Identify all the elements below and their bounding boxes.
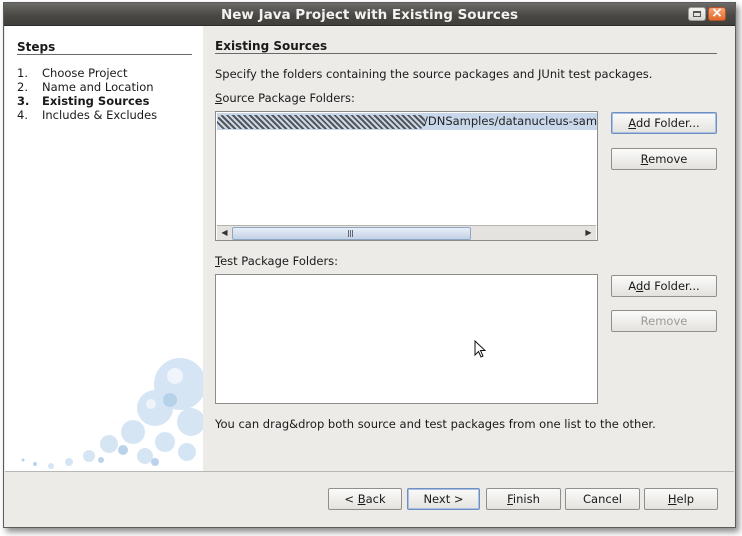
test-folders-label: Test Package Folders: [215,254,338,268]
step-number: 4. [17,108,28,122]
maximize-icon[interactable] [688,7,706,21]
label-text: ource Package Folders: [222,91,355,105]
grip-icon [348,230,354,237]
remove-source-folder-button[interactable]: Remove [611,148,717,170]
decorative-bubbles-image [21,358,203,469]
step-existing-sources: 3. Existing Sources [17,94,149,108]
step-number: 3. [17,94,30,108]
scroll-left-icon[interactable]: ◀ [218,226,231,240]
steps-title: Steps [17,40,56,54]
step-choose-project: 1. Choose Project [17,66,127,80]
finish-button[interactable]: Finish [486,488,561,510]
horizontal-scrollbar[interactable]: ◀ ▶ [217,225,596,240]
step-label: Choose Project [42,66,128,80]
source-folder-path: /DNSamples/datanucleus-samp [424,114,597,128]
add-test-folder-button[interactable]: Add Folder... [611,275,717,297]
step-label: Includes & Excludes [42,108,158,122]
drag-drop-hint: You can drag&drop both source and test p… [215,417,656,431]
section-description: Specify the folders containing the sourc… [215,67,653,81]
cancel-button[interactable]: Cancel [565,488,640,510]
list-item[interactable]: /DNSamples/datanucleus-samp [217,113,597,130]
title-bar[interactable]: New Java Project with Existing Sources [4,3,735,26]
step-label: Existing Sources [42,94,150,108]
window-title: New Java Project with Existing Sources [220,7,519,23]
scrollbar-thumb[interactable] [232,227,471,240]
add-source-folder-button[interactable]: Add Folder... [611,112,717,134]
section-title: Existing Sources [215,39,328,53]
steps-panel: Steps 1. Choose Project 2. Name and Locati… [5,26,203,472]
step-includes-excludes: 4. Includes & Excludes [17,108,157,122]
steps-divider [17,54,192,55]
test-folders-list[interactable] [215,274,598,404]
source-folders-label: Source Package Folders: [215,91,355,105]
step-label: Name and Location [42,80,154,94]
label-text: est Package Folders: [220,254,339,268]
back-button[interactable]: < Back [328,488,402,510]
dialog-window: New Java Project with Existing Sources S… [3,2,736,528]
close-icon[interactable] [708,5,726,21]
step-number: 2. [17,80,28,94]
remove-test-folder-button: Remove [611,310,717,332]
section-divider [215,53,717,54]
help-button[interactable]: Help [644,488,718,510]
mouse-pointer-icon [474,340,487,358]
redacted-path [217,115,425,129]
step-name-and-location: 2. Name and Location [17,80,154,94]
next-button[interactable]: Next > [407,488,480,510]
step-number: 1. [17,66,28,80]
scroll-right-icon[interactable]: ▶ [582,226,595,240]
footer-divider [5,471,734,472]
source-folders-list[interactable]: /DNSamples/datanucleus-samp ◀ ▶ [215,111,598,241]
